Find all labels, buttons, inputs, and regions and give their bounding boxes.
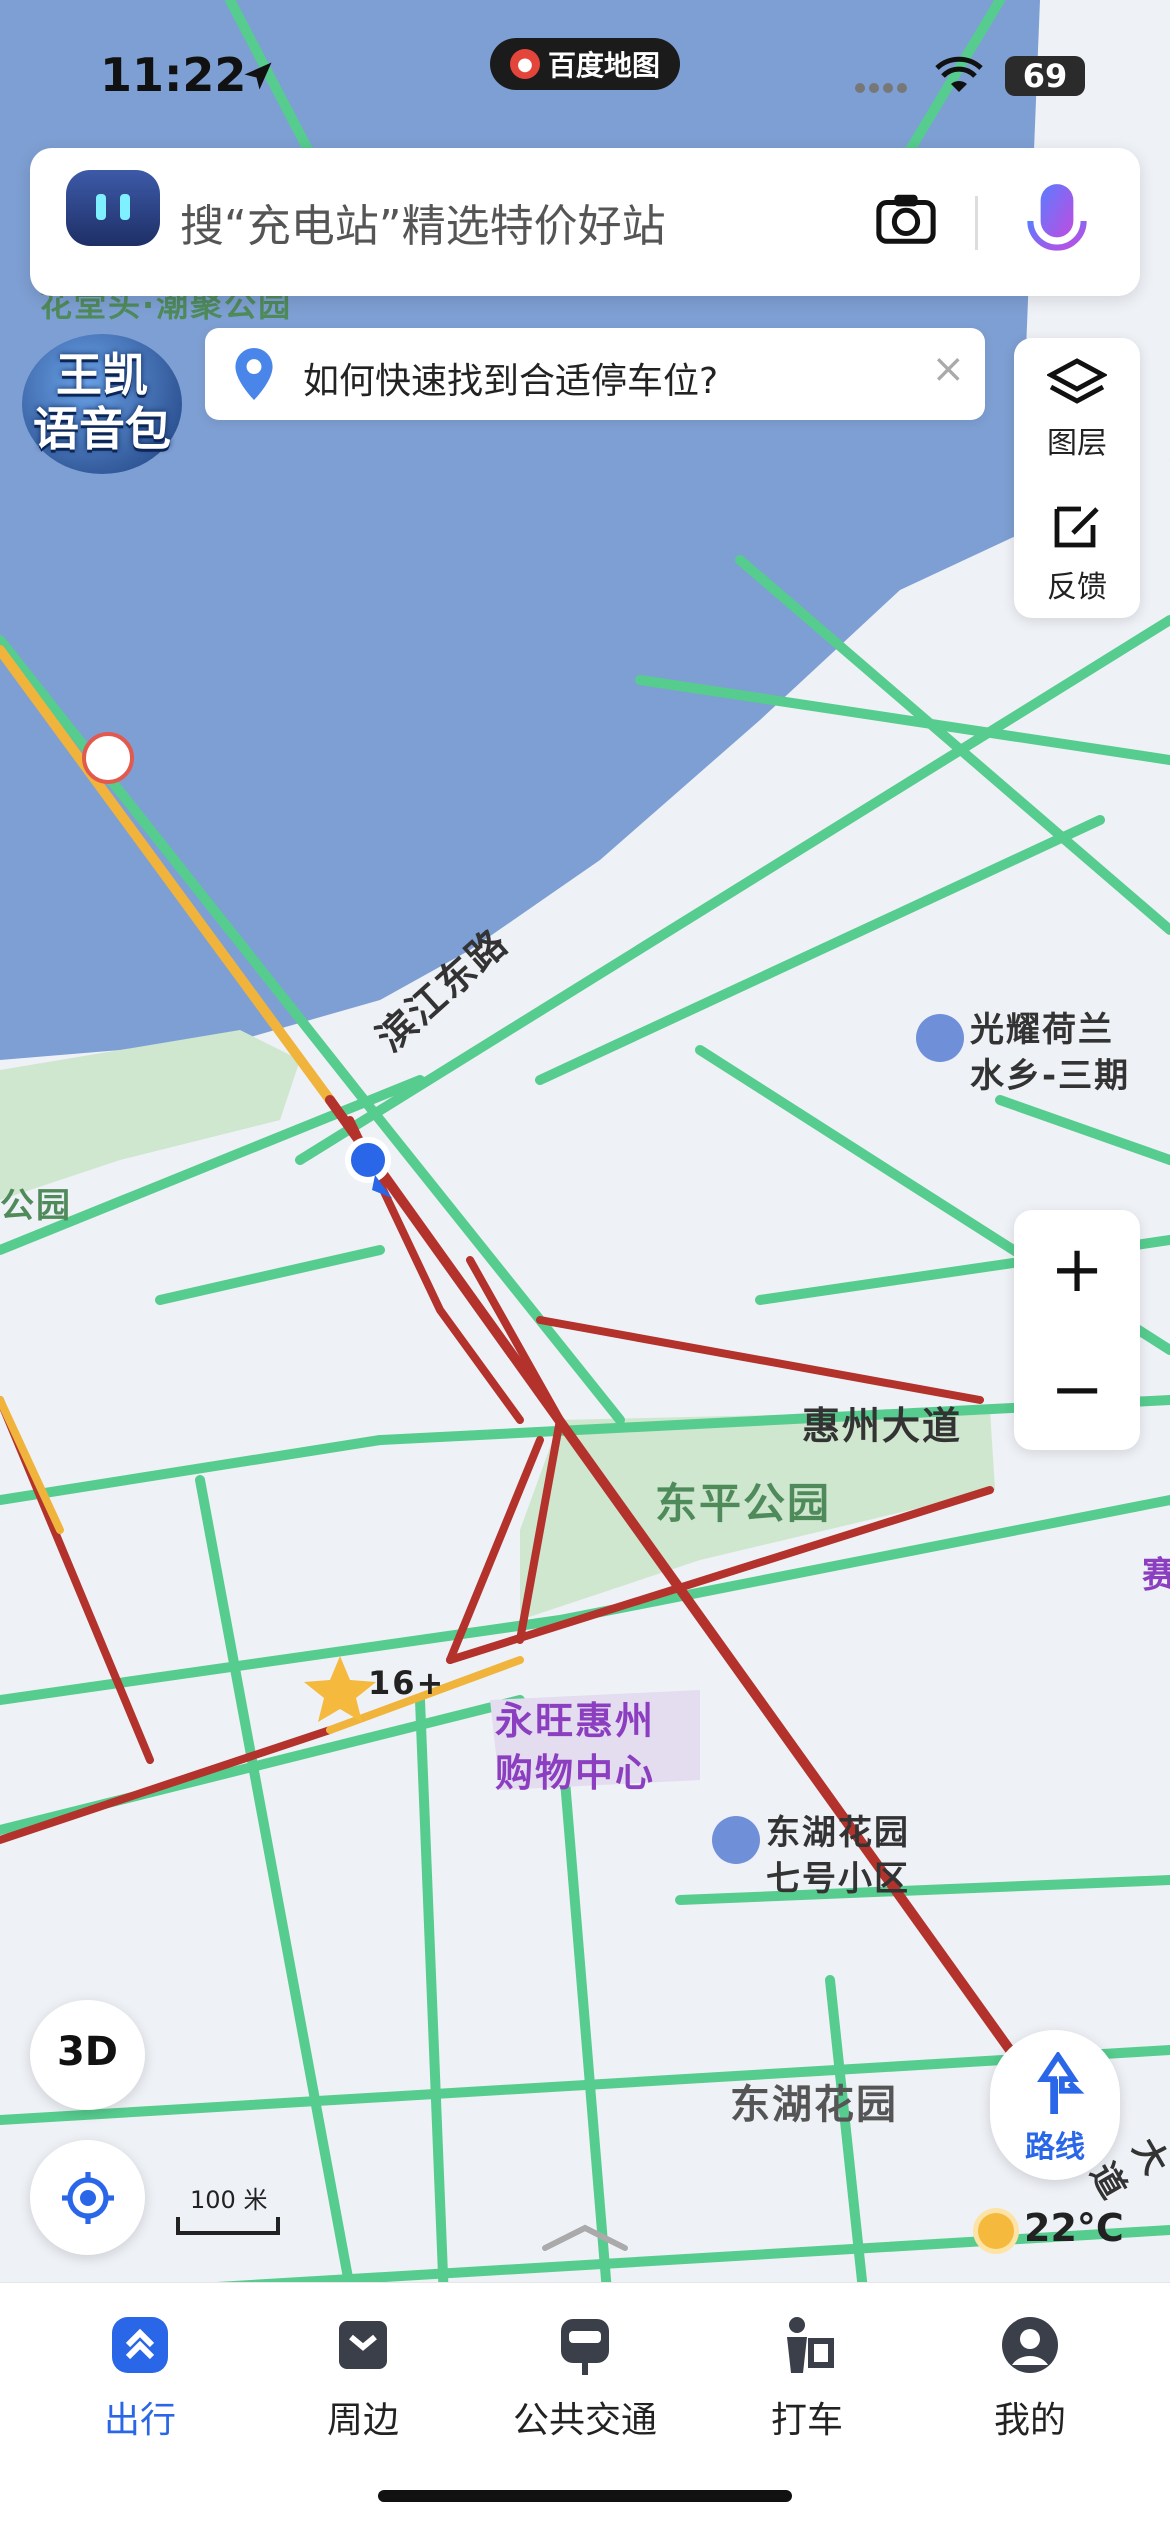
layers-label: 图层 [1047, 426, 1107, 461]
scale-bar [176, 2217, 280, 2235]
battery-indicator: 69 [1005, 56, 1085, 96]
layers-icon [1045, 358, 1109, 404]
3d-toggle-button[interactable]: 3D [30, 2000, 145, 2110]
tab-profile-label: 我的 [993, 2400, 1066, 2441]
route-label: 路线 [1025, 2130, 1085, 2165]
tab-profile[interactable]: 我的 [945, 2313, 1115, 2443]
parking-hint-banner[interactable]: 如何快速找到合适停车位? × [205, 328, 985, 420]
locate-me-button[interactable] [30, 2140, 145, 2255]
search-placeholder[interactable]: 搜“充电站”精选特价好站 [180, 190, 666, 254]
tab-nearby-label: 周边 [326, 2400, 399, 2441]
scale-label: 100 米 [190, 2186, 268, 2214]
status-time: 11:22 [100, 48, 247, 102]
baidu-map-logo-icon: ● [509, 49, 540, 79]
close-icon[interactable]: × [931, 346, 965, 392]
zoom-in-button[interactable]: + [1014, 1210, 1140, 1330]
zoom-controls: + − [1014, 1210, 1140, 1450]
nearby-icon [339, 2321, 387, 2369]
zoom-out-button[interactable]: − [1014, 1330, 1140, 1450]
temperature-label: 22°C [1024, 2206, 1124, 2250]
tab-nearby[interactable]: 周边 [278, 2313, 448, 2443]
label-mall-line2: 购物中心 [495, 1751, 656, 1795]
sun-icon [978, 2212, 1014, 2249]
label-residential-1-line1: 东湖花园 [766, 1813, 910, 1853]
microphone-icon[interactable] [1022, 180, 1092, 266]
label-star-count: 16+ [368, 1664, 446, 1702]
home-indicator [378, 2490, 792, 2502]
poi-marker-red [82, 732, 134, 784]
camera-icon[interactable] [875, 190, 937, 246]
assistant-robot-icon[interactable] [66, 170, 160, 246]
chevron-up-icon[interactable] [535, 2218, 635, 2258]
label-poi-guangyao-line2: 水乡-三期 [970, 1056, 1131, 1096]
app-indicator: ● 百度地图 [490, 38, 680, 90]
label-dongping-park: 东平公园 [655, 1479, 832, 1528]
wifi-icon [935, 56, 983, 92]
tab-travel-label: 出行 [103, 2400, 176, 2441]
label-residential-1-line2: 七号小区 [766, 1859, 910, 1899]
label-partial-right: 赛 [1142, 1555, 1170, 1596]
layers-button[interactable]: 图层 [1014, 356, 1140, 462]
location-pin-icon [235, 348, 273, 400]
taxi-icon [787, 2317, 834, 2373]
tab-taxi-label: 打车 [770, 2400, 843, 2441]
feedback-button[interactable]: 反馈 [1014, 500, 1140, 606]
label-poi-guangyao-line1: 光耀荷兰 [970, 1010, 1114, 1050]
feedback-label: 反馈 [1047, 570, 1107, 605]
label-residential-2: 东湖花园 [730, 2082, 898, 2128]
status-bar: 11:22 ● 百度地图 69 [0, 0, 1170, 140]
travel-icon [112, 2317, 168, 2373]
label-road-huizhou: 惠州大道 [802, 1404, 963, 1448]
cellular-icon [855, 78, 915, 93]
tab-travel[interactable]: 出行 [55, 2313, 225, 2443]
search-bar[interactable]: 搜“充电站”精选特价好站 [30, 148, 1140, 296]
tab-public-transit-label: 公共交通 [512, 2400, 657, 2441]
voice-pack-line2: 语音包 [33, 402, 171, 456]
current-location-dot [345, 1137, 391, 1183]
app-name: 百度地图 [547, 49, 660, 82]
tab-public-transit[interactable]: 公共交通 [500, 2313, 670, 2443]
voice-pack-line1: 王凯 [56, 348, 148, 402]
bus-icon [561, 2319, 609, 2375]
weather-widget[interactable]: 22°C [978, 2206, 1124, 2250]
label-mall-line1: 永旺惠州 [495, 1699, 656, 1743]
map-tools-panel: 图层 反馈 [1014, 338, 1140, 618]
poi-marker-residential [916, 1014, 964, 1062]
label-park-left: 公园 [0, 1186, 72, 1226]
tab-taxi[interactable]: 打车 [722, 2313, 892, 2443]
poi-marker-residential-2 [712, 1816, 760, 1864]
route-arrow-icon [1037, 2052, 1085, 2114]
route-button[interactable]: 路线 [990, 2030, 1120, 2180]
crosshair-icon [62, 2172, 114, 2224]
voice-pack-button[interactable]: 王凯 语音包 [22, 334, 182, 474]
profile-icon [1002, 2317, 1058, 2373]
search-divider [975, 196, 978, 250]
map-scale: 100 米 [176, 2180, 280, 2235]
hint-text: 如何快速找到合适停车位? [303, 361, 719, 402]
feedback-icon [1054, 506, 1099, 548]
location-arrow-icon [244, 62, 272, 90]
